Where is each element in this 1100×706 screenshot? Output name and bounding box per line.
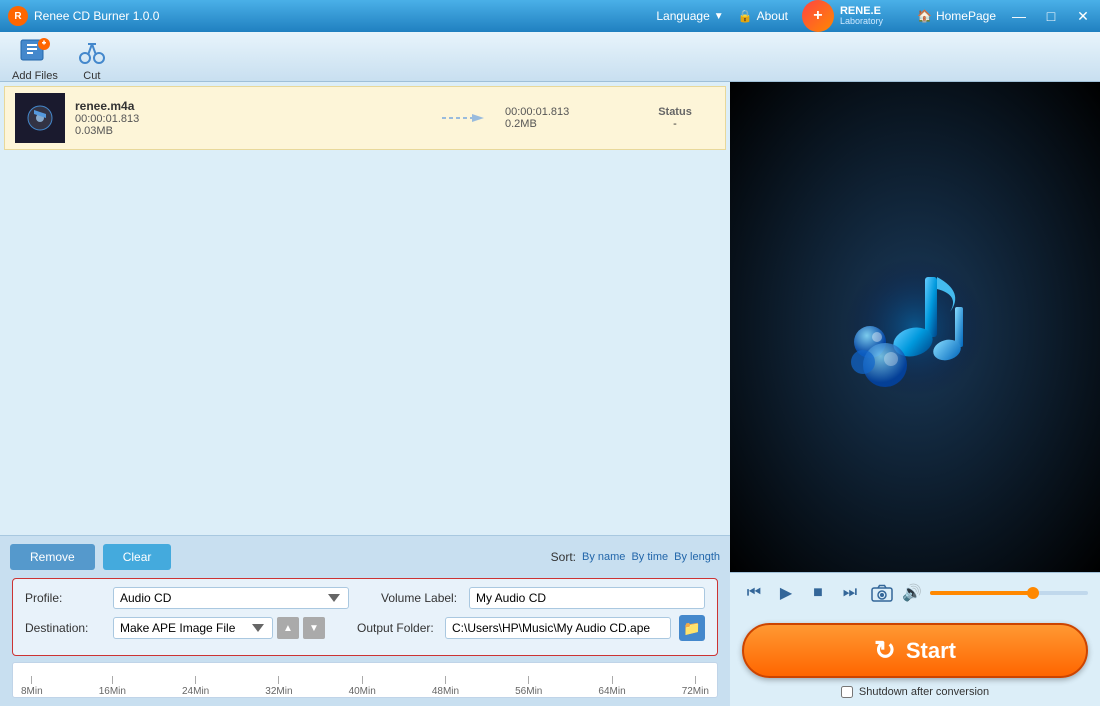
file-status: Status - [635,106,715,130]
output-folder-input[interactable]: C:\Users\HP\Music\My Audio CD.ape [445,617,671,639]
folder-icon: 📁 [683,620,700,637]
file-info: renee.m4a 00:00:01.813 0.03MB [75,99,425,137]
maximize-button[interactable]: □ [1042,7,1060,25]
destination-select[interactable]: Make APE Image File [113,617,273,639]
volume-fill [930,591,1033,595]
screenshot-button[interactable] [870,581,894,605]
dropdown-arrow-icon: ▼ [714,11,724,22]
brand-sub: Laboratory [840,17,883,27]
renee-logo: + [802,0,834,32]
tick-24min: 24Min [182,676,209,697]
file-time-original: 00:00:01.813 [75,113,425,125]
shutdown-row: Shutdown after conversion [841,686,989,698]
sort-area: Sort: By name By time By length [551,550,720,564]
main-content: renee.m4a 00:00:01.813 0.03MB [0,82,1100,706]
tick-64min: 64Min [598,676,625,697]
player-controls: ⏮ ▶ ■ ⏭ 🔊 [730,572,1100,613]
move-up-button[interactable]: ▲ [277,617,299,639]
preview-area [730,82,1100,572]
timeline: 8Min 16Min 24Min 32Min 40Min 48Min 56Min… [12,662,718,698]
skip-forward-button[interactable]: ⏭ [838,581,862,605]
destination-controls: Make APE Image File ▲ ▼ [113,617,325,639]
convert-arrow-icon [435,108,495,128]
sort-by-name[interactable]: By name [582,551,625,563]
clear-button[interactable]: Clear [103,544,172,570]
profile-label: Profile: [25,591,105,605]
tick-48min: 48Min [432,676,459,697]
language-selector[interactable]: Language ▼ [656,9,723,23]
cut-button[interactable]: Cut [74,32,110,82]
tick-marks: 8Min 16Min 24Min 32Min 40Min 48Min 56Min… [13,663,717,697]
file-time-converted: 00:00:01.813 [505,106,625,118]
file-name: renee.m4a [75,99,425,113]
tick-72min: 72Min [682,676,709,697]
sort-label: Sort: [551,550,576,564]
minimize-button[interactable]: — [1010,7,1028,25]
close-button[interactable]: ✕ [1074,7,1092,25]
volume-thumb [1027,587,1039,599]
lock-icon: 🔒 [738,9,753,23]
tick-40min: 40Min [349,676,376,697]
file-size-converted: 0.2MB [505,118,625,130]
destination-row: Destination: Make APE Image File ▲ ▼ Out… [25,615,705,641]
play-button[interactable]: ▶ [774,581,798,605]
app-title: Renee CD Burner 1.0.0 [34,9,656,23]
home-icon: 🏠 [917,9,932,23]
homepage-link[interactable]: 🏠 HomePage [917,9,996,23]
tick-8min: 8Min [21,676,43,697]
output-folder-label: Output Folder: [357,621,437,635]
tick-56min: 56Min [515,676,542,697]
move-down-button[interactable]: ▼ [303,617,325,639]
remove-button[interactable]: Remove [10,544,95,570]
profile-row: Profile: Audio CD Volume Label: My Audio… [25,587,705,609]
status-value: - [635,118,715,130]
start-label: Start [906,638,956,664]
cut-label: Cut [83,70,100,82]
file-list: renee.m4a 00:00:01.813 0.03MB [0,82,730,535]
start-area: ↻ Start Shutdown after conversion [730,613,1100,706]
start-refresh-icon: ↻ [874,635,896,666]
destination-label: Destination: [25,621,105,635]
start-button[interactable]: ↻ Start [742,623,1088,678]
settings-panel: Profile: Audio CD Volume Label: My Audio… [12,578,718,656]
shutdown-label: Shutdown after conversion [859,686,989,698]
add-files-label: Add Files [12,70,58,82]
right-panel: ⏮ ▶ ■ ⏭ 🔊 ↻ Start [730,82,1100,706]
volume-icon: 🔊 [902,583,922,603]
shutdown-checkbox[interactable] [841,686,853,698]
add-files-button[interactable]: Add Files [12,32,58,82]
volume-label-label: Volume Label: [381,591,461,605]
title-bar: R Renee CD Burner 1.0.0 Language ▼ 🔒 Abo… [0,0,1100,32]
volume-slider[interactable] [930,591,1088,595]
file-size-original: 0.03MB [75,125,425,137]
language-label: Language [656,9,709,23]
volume-label-input[interactable]: My Audio CD [469,587,705,609]
about-link[interactable]: 🔒 About [738,9,788,23]
tick-32min: 32Min [265,676,292,697]
status-label: Status [635,106,715,118]
stop-button[interactable]: ■ [806,581,830,605]
app-icon: R [8,6,28,26]
file-thumbnail [15,93,65,143]
add-files-icon [17,32,53,68]
skip-back-button[interactable]: ⏮ [742,581,766,605]
cut-icon [74,32,110,68]
left-panel: renee.m4a 00:00:01.813 0.03MB [0,82,730,706]
bottom-controls: Remove Clear Sort: By name By time By le… [0,535,730,706]
profile-select[interactable]: Audio CD [113,587,349,609]
sort-by-time[interactable]: By time [631,551,668,563]
tick-16min: 16Min [99,676,126,697]
browse-folder-button[interactable]: 📁 [679,615,705,641]
table-row: renee.m4a 00:00:01.813 0.03MB [4,86,726,150]
action-bar: Remove Clear Sort: By name By time By le… [10,544,720,570]
file-converted-info: 00:00:01.813 0.2MB [505,106,625,130]
sort-by-length[interactable]: By length [674,551,720,563]
toolbar: Add Files Cut [0,32,1100,82]
music-visualization [835,247,995,407]
